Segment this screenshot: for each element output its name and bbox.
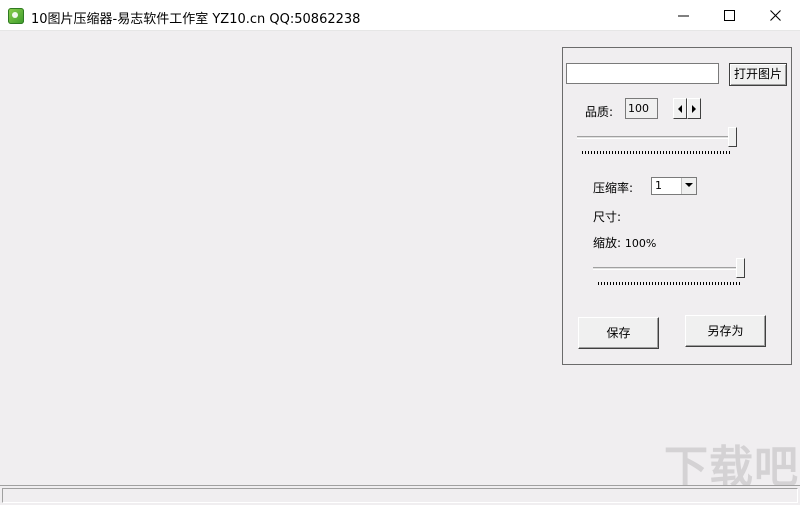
settings-panel: 打开图片 品质: 100 压缩率: 1 尺寸: 缩放: 100% 保存 另存为 [562,47,792,365]
compression-select[interactable]: 1 [651,177,697,195]
compression-selected-value: 1 [655,179,662,192]
file-path-input[interactable] [566,63,719,84]
quality-slider[interactable] [577,127,739,161]
status-bar [0,485,800,505]
quality-value-field[interactable]: 100 [625,98,658,119]
minimize-icon [678,15,689,17]
title-bar: 10图片压缩器-易志软件工作室 YZ10.cn QQ:50862238 [0,0,800,31]
close-icon [770,10,781,21]
dropdown-arrow[interactable] [681,178,696,194]
scale-label: 缩放: [593,236,622,250]
scale-value: 100% [624,237,657,250]
size-label: 尺寸: [593,210,622,224]
scale-slider[interactable] [593,258,748,292]
quality-decrease-button[interactable] [673,98,687,119]
quality-slider-thumb[interactable] [728,127,737,147]
quality-increase-button[interactable] [687,98,701,119]
quality-label: 品质: [585,105,614,119]
scale-label-wrap: 缩放: 100% [593,234,656,251]
scale-slider-ticks [598,282,740,285]
quality-slider-ticks [582,151,732,154]
minimize-button[interactable] [661,0,707,31]
scale-slider-thumb[interactable] [736,258,745,278]
arrow-left-icon [678,105,682,113]
save-button[interactable]: 保存 [578,317,659,349]
maximize-button[interactable] [707,0,753,31]
open-image-button[interactable]: 打开图片 [729,63,787,86]
quality-slider-track [577,136,732,139]
close-button[interactable] [753,0,799,31]
maximize-icon [724,10,735,21]
save-as-button[interactable]: 另存为 [685,315,766,347]
watermark-logo: 下载吧 [664,442,799,493]
scale-slider-track [593,267,740,270]
arrow-right-icon [692,105,696,113]
window-title: 10图片压缩器-易志软件工作室 YZ10.cn QQ:50862238 [31,12,361,27]
chevron-down-icon [685,183,693,187]
app-leaf-icon [8,8,24,24]
compression-label: 压缩率: [593,181,634,195]
